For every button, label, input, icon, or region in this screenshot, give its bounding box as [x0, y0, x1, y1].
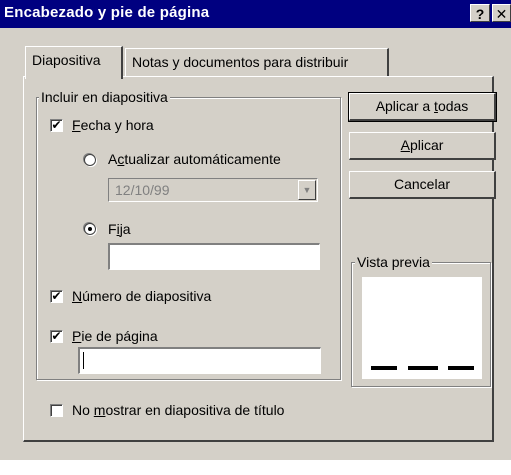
- numero-diapositiva-label[interactable]: Número de diapositiva: [72, 288, 211, 304]
- pie-pagina-checkbox[interactable]: ✔: [50, 330, 63, 343]
- help-icon[interactable]: ?: [470, 4, 490, 22]
- text-caret: [83, 352, 84, 369]
- fija-label[interactable]: Fija: [108, 221, 131, 237]
- check-icon: ✔: [51, 118, 62, 132]
- chevron-down-icon[interactable]: ▼: [298, 180, 316, 200]
- fija-radio[interactable]: [84, 223, 96, 235]
- tab-notas[interactable]: Notas y documentos para distribuir: [125, 48, 389, 76]
- check-icon: ✔: [51, 329, 62, 343]
- fecha-hora-label[interactable]: Fecha y hora: [72, 117, 154, 133]
- cancelar-button[interactable]: Cancelar: [349, 171, 496, 199]
- preview-footer-placeholder: [408, 366, 438, 370]
- preview-number-placeholder: [448, 366, 474, 370]
- no-mostrar-checkbox[interactable]: [50, 404, 63, 417]
- dialog-title: Encabezado y pie de página: [4, 4, 210, 21]
- aplicar-button[interactable]: Aplicar: [349, 132, 496, 160]
- check-icon: ✔: [51, 289, 62, 303]
- no-mostrar-label[interactable]: No mostrar en diapositiva de título: [72, 402, 284, 418]
- tab-diapositiva[interactable]: Diapositiva: [25, 46, 123, 79]
- vista-previa-legend: Vista previa: [355, 254, 432, 270]
- numero-diapositiva-checkbox[interactable]: ✔: [50, 290, 63, 303]
- pie-pagina-label[interactable]: Pie de página: [72, 328, 158, 344]
- preview-date-placeholder: [371, 366, 397, 370]
- fecha-hora-checkbox[interactable]: ✔: [50, 119, 63, 132]
- header-footer-dialog: Encabezado y pie de página ? ✕ Diapositi…: [0, 0, 511, 460]
- aplicar-a-todas-button[interactable]: Aplicar a todas: [348, 92, 497, 122]
- title-bar[interactable]: Encabezado y pie de página ? ✕: [0, 0, 511, 28]
- slide-preview: [362, 277, 482, 379]
- actualizar-radio[interactable]: [84, 154, 96, 166]
- radio-dot: [88, 227, 92, 231]
- actualizar-label[interactable]: Actualizar automáticamente: [108, 151, 281, 167]
- pie-pagina-input[interactable]: [78, 347, 321, 374]
- close-icon[interactable]: ✕: [492, 4, 511, 22]
- date-format-select[interactable]: 12/10/99 ▼: [108, 178, 318, 202]
- fija-input[interactable]: [108, 243, 320, 270]
- incluir-group-legend: Incluir en diapositiva: [39, 89, 170, 105]
- date-format-value: 12/10/99: [115, 182, 170, 198]
